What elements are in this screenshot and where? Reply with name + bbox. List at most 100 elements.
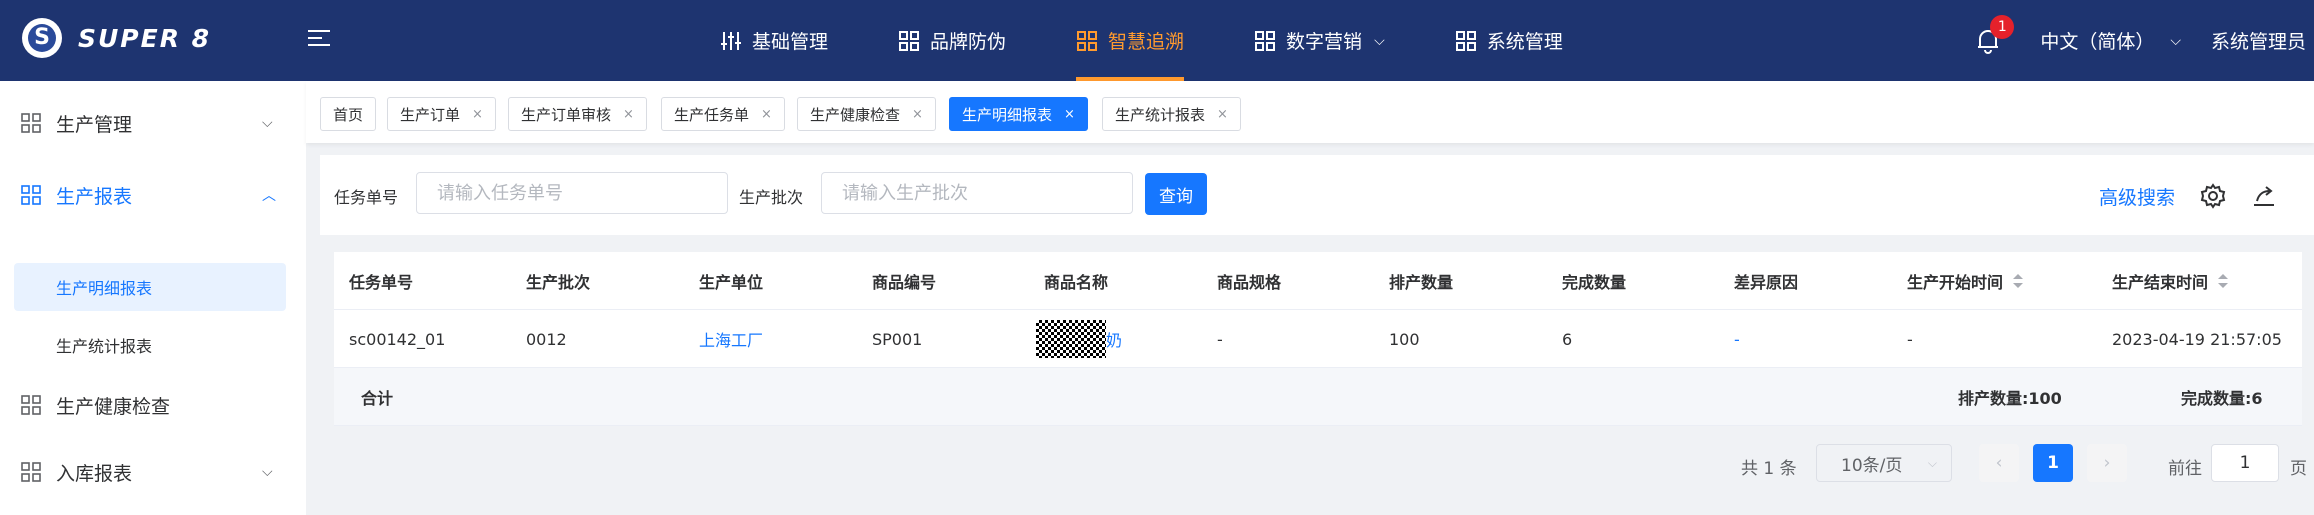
language-label: 中文（简体） (2040, 31, 2155, 53)
close-icon[interactable]: × (472, 107, 483, 122)
tabs-bar: 首页 生产订单 × 生产订单审核 × 生产任务单 × 生产健康检查 × 生产明细… (306, 81, 2314, 143)
cell-spec: - (1217, 329, 1223, 349)
grid-icon (21, 113, 41, 133)
table-row: sc00142_01 0012 上海工厂 SP001 奶 - 100 6 - -… (334, 310, 2302, 368)
grid-icon (21, 395, 41, 415)
batch-label: 生产批次 (739, 188, 804, 207)
column-header: 商品规格 (1217, 273, 1282, 292)
column-header: 商品编号 (872, 273, 937, 292)
sidebar-item-production-statistics-report[interactable]: 生产统计报表 (14, 321, 286, 369)
tab-label: 生产统计报表 (1115, 105, 1206, 124)
page-suffix-label: 页 (2290, 459, 2307, 479)
summary-planned: 排产数量:100 (1958, 389, 2062, 408)
tab-label: 生产订单审核 (521, 105, 612, 124)
column-header: 排产数量 (1389, 273, 1454, 292)
tab-production-order-review[interactable]: 生产订单审核 × (508, 97, 647, 131)
tab-production-detail-report[interactable]: 生产明细报表 × (949, 97, 1088, 131)
tab-label: 生产健康检查 (810, 105, 901, 124)
notification-bell-icon[interactable]: 1 (1976, 14, 2015, 54)
task-no-input[interactable] (416, 172, 728, 214)
nav-label: 品牌防伪 (930, 31, 1007, 53)
advanced-search-link[interactable]: 高级搜索 (2099, 183, 2175, 210)
cell-unit-link[interactable]: 上海工厂 (699, 310, 763, 368)
sort-icon[interactable] (2013, 274, 2024, 288)
brand-logo[interactable]: SUPER 8 (22, 18, 211, 58)
nav-basic-management[interactable]: 基础管理 (720, 0, 828, 81)
goto-page-input[interactable] (2211, 444, 2279, 482)
notification-badge: 1 (1990, 14, 2015, 39)
pagination: 共 1 条 10条/页 ⌵ ‹ 1 › 前往 页 (0, 444, 2314, 484)
tab-production-task[interactable]: 生产任务单 × (661, 97, 785, 131)
summary-label: 合计 (361, 389, 394, 408)
page-number-button[interactable]: 1 (2033, 444, 2073, 482)
sidebar-group-production-management[interactable]: 生产管理 ⌵ (0, 98, 306, 148)
query-button[interactable]: 查询 (1145, 173, 1207, 215)
column-header: 完成数量 (1562, 273, 1627, 292)
column-header: 任务单号 (349, 273, 414, 292)
nav-digital-marketing[interactable]: 数字营销 ⌵ (1254, 0, 1385, 81)
chevron-right-icon: › (2103, 453, 2111, 473)
sort-icon[interactable] (2218, 274, 2229, 288)
grid-icon (1255, 30, 1276, 51)
column-header-label: 生产结束时间 (2112, 273, 2209, 292)
sliders-icon (721, 31, 741, 50)
grid-icon (1455, 30, 1476, 51)
chevron-down-icon: ⌵ (1927, 456, 1937, 470)
cell-diff-reason[interactable]: - (1734, 310, 1740, 368)
settings-gear-icon[interactable] (2200, 183, 2226, 209)
next-page-button[interactable]: › (2087, 444, 2127, 482)
close-icon[interactable]: × (623, 107, 634, 122)
product-name-text: 奶 (1106, 331, 1123, 350)
chevron-left-icon: ‹ (1995, 453, 2003, 473)
nav-brand-anticounterfeit[interactable]: 品牌防伪 (898, 0, 1006, 81)
sortable-column-header[interactable]: 生产开始时间 (1907, 252, 2024, 310)
cell-start-time: - (1907, 329, 1913, 349)
close-icon[interactable]: × (1064, 107, 1075, 122)
nav-label: 数字营销 (1286, 31, 1363, 53)
cell-done-qty: 6 (1562, 329, 1573, 349)
page-size-value: 10条/页 (1841, 455, 1903, 476)
sidebar-group-production-health-check[interactable]: 生产健康检查 (0, 380, 306, 430)
logo-text: SUPER 8 (78, 23, 212, 53)
grid-icon (21, 185, 41, 205)
tab-production-statistics-report[interactable]: 生产统计报表 × (1102, 97, 1241, 131)
chevron-down-icon: ⌵ (262, 115, 273, 131)
tab-home[interactable]: 首页 (320, 97, 377, 131)
language-selector[interactable]: 中文（简体） ⌵ (2040, 27, 2181, 54)
nav-smart-traceability[interactable]: 智慧追溯 (1076, 0, 1185, 81)
close-icon[interactable]: × (1217, 107, 1228, 122)
search-filter-bar: 任务单号 生产批次 查询 高级搜索 (320, 155, 2314, 235)
export-share-icon[interactable] (2251, 183, 2277, 209)
sidebar-group-label: 生产健康检查 (56, 395, 171, 418)
cell-end-time: 2023-04-19 21:57:05 (2112, 329, 2282, 349)
table-summary-row: 合计 排产数量:100 完成数量:6 (334, 368, 2302, 426)
user-name[interactable]: 系统管理员 (2211, 27, 2306, 54)
sidebar-group-label: 生产管理 (56, 113, 133, 136)
prev-page-button[interactable]: ‹ (1979, 444, 2019, 482)
page-size-select[interactable]: 10条/页 ⌵ (1816, 444, 1952, 482)
batch-input[interactable] (821, 172, 1133, 214)
column-header: 生产批次 (526, 273, 591, 292)
close-icon[interactable]: × (761, 107, 772, 122)
sortable-column-header[interactable]: 生产结束时间 (2112, 252, 2229, 310)
cell-product-name-link[interactable]: 奶 (1036, 310, 1122, 368)
cell-planned-qty: 100 (1389, 329, 1420, 349)
table-header-row: 任务单号 生产批次 生产单位 商品编号 商品名称 商品规格 排产数量 完成数量 … (334, 252, 2302, 310)
tab-label: 首页 (333, 105, 364, 124)
nav-system-management[interactable]: 系统管理 (1455, 0, 1563, 81)
close-icon[interactable]: × (912, 107, 923, 122)
chevron-down-icon: ⌵ (1374, 32, 1385, 49)
column-header: 商品名称 (1044, 273, 1109, 292)
top-nav: 基础管理 品牌防伪 智慧追溯 数字营销 ⌵ 系统管理 (720, 0, 1633, 81)
tab-production-order[interactable]: 生产订单 × (387, 97, 496, 131)
tab-label: 生产明细报表 (962, 105, 1053, 124)
tab-label: 生产任务单 (674, 105, 750, 124)
tab-production-health-check[interactable]: 生产健康检查 × (797, 97, 936, 131)
sidebar-group-production-reports[interactable]: 生产报表 ︿ (0, 170, 306, 220)
nav-label: 智慧追溯 (1108, 31, 1185, 53)
redacted-image (1036, 320, 1106, 358)
sidebar-item-production-detail-report[interactable]: 生产明细报表 (14, 263, 286, 311)
column-header: 生产单位 (699, 273, 764, 292)
cell-product-code: SP001 (872, 329, 923, 349)
menu-collapse-icon[interactable] (308, 30, 330, 50)
